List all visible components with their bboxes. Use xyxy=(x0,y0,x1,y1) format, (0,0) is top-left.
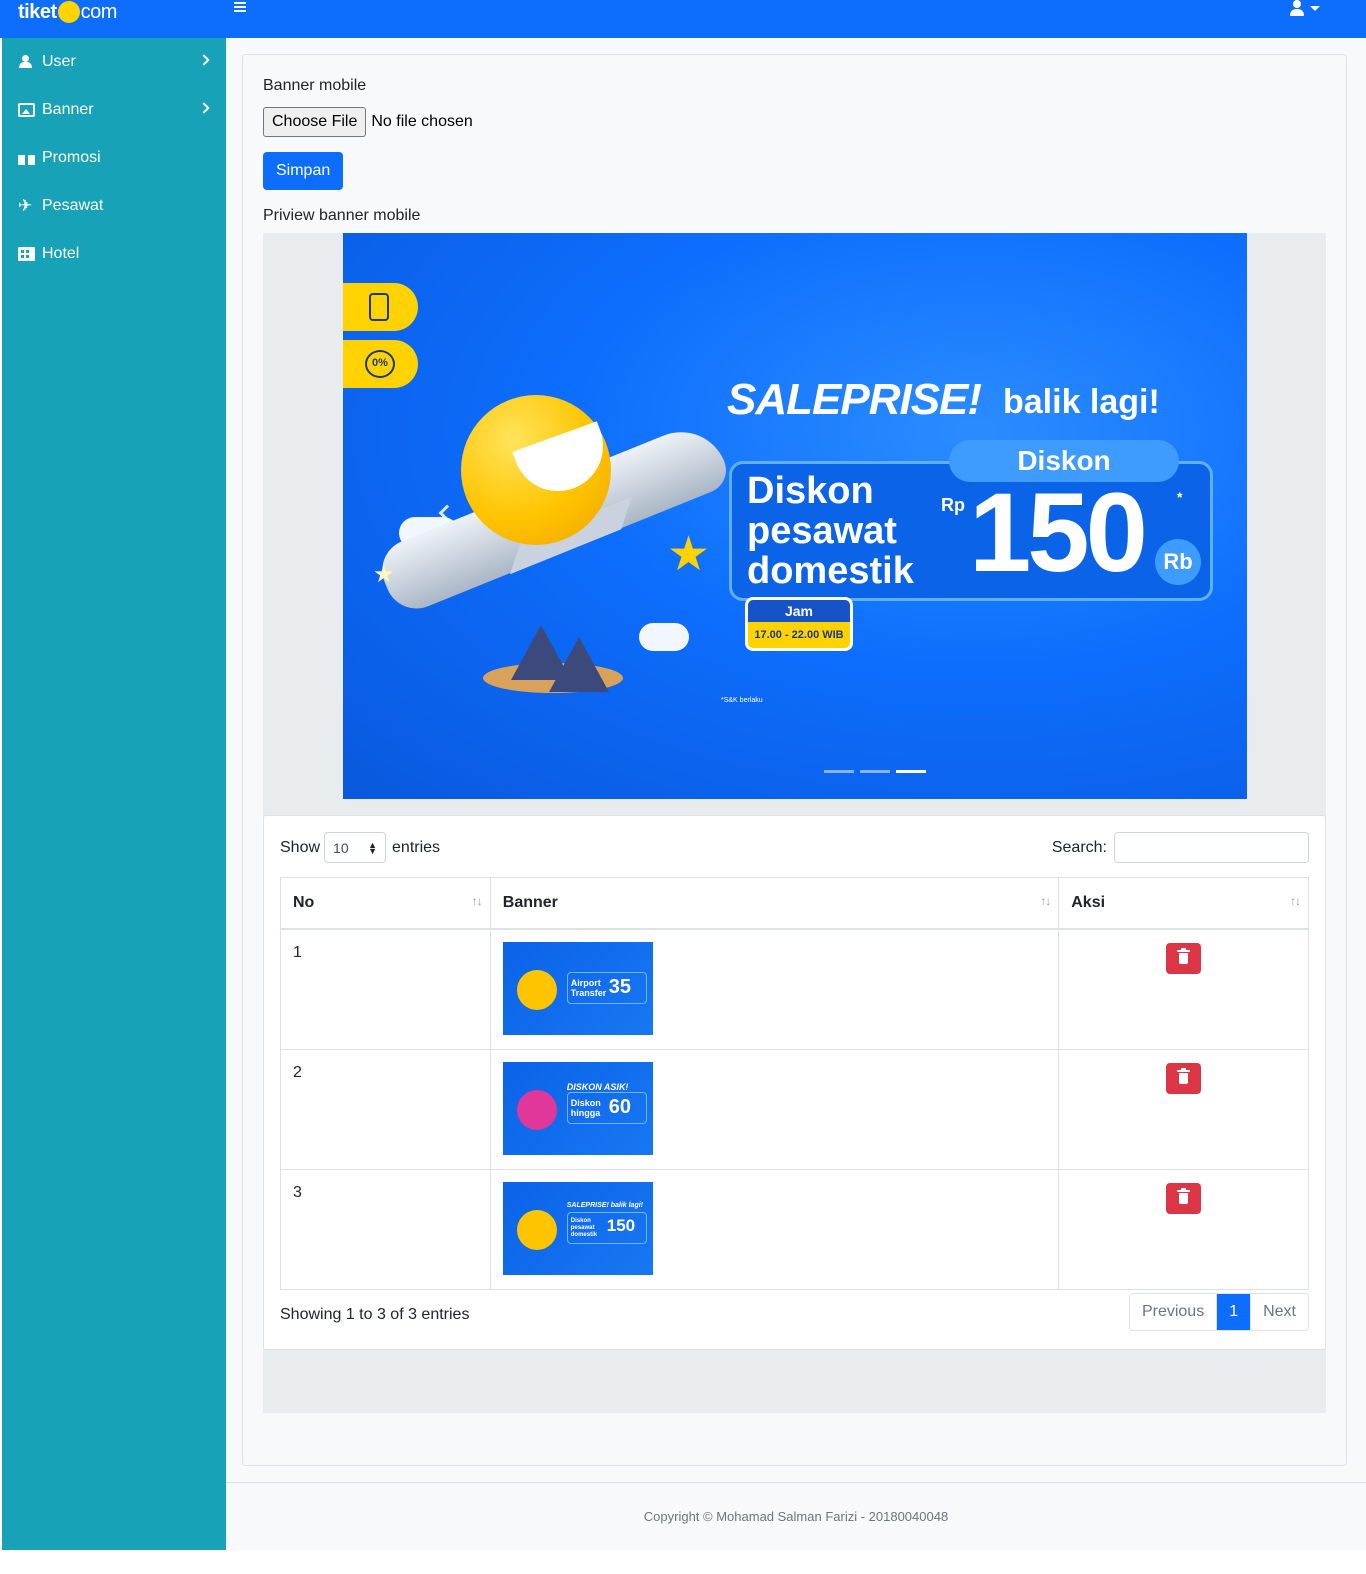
sidebar-item-label: Hotel xyxy=(42,245,80,262)
main-content: Banner mobile Choose File No file chosen… xyxy=(226,38,1366,1550)
table-row: 3 SALEPRISE! balik lagi! Diskon pesawat … xyxy=(280,1168,1309,1290)
discount-amount: 150 xyxy=(969,470,1148,595)
sidebar-item-promosi[interactable]: Promosi xyxy=(2,134,226,182)
banner-carousel[interactable]: 0% ★ ★ SALEPRISE! balik lagi! Diskon Dis… xyxy=(343,233,1247,799)
page-length-control: Show 10 ▲ ▼ entries xyxy=(280,832,440,863)
sidebar: User Banner Promosi ✈ Pesawat Hotel xyxy=(2,38,226,1550)
banner-table: No ↑↓ Banner ↑↓ Aksi ↑↓ 1 Airport Transfer xyxy=(280,877,1309,1290)
row-number: 3 xyxy=(280,1168,491,1290)
banner-headline: Diskon pesawat domestik xyxy=(747,470,914,592)
star-icon: ★ xyxy=(667,528,711,581)
star-icon: ★ xyxy=(373,561,395,588)
banner-thumbnail: SALEPRISE! balik lagi! Diskon pesawat do… xyxy=(502,1181,653,1275)
pagination: Previous 1 Next xyxy=(1128,1293,1309,1331)
percent-icon: 0% xyxy=(365,350,395,378)
sort-icon: ↑↓ xyxy=(1040,894,1051,908)
search-input[interactable] xyxy=(1114,832,1309,863)
search-label: Search: xyxy=(1051,838,1107,856)
table-row: 1 Airport Transfer 35 xyxy=(280,928,1309,1050)
banner-table-card: Show 10 ▲ ▼ entries Search: No ↑↓ Banner… xyxy=(263,815,1326,1350)
table-search: Search: xyxy=(1052,832,1309,863)
column-header-no[interactable]: No ↑↓ xyxy=(280,877,491,930)
column-header-banner[interactable]: Banner ↑↓ xyxy=(489,877,1060,930)
terms-note: *S&K berlaku xyxy=(721,697,763,704)
banner-title: SALEPRISE! xyxy=(727,375,982,424)
mascot-image xyxy=(461,395,611,545)
sidebar-item-label: Pesawat xyxy=(42,197,104,214)
sidebar-item-label: Promosi xyxy=(42,149,101,166)
sidebar-item-pesawat[interactable]: ✈ Pesawat xyxy=(2,182,226,230)
row-number: 2 xyxy=(280,1048,491,1170)
show-label: Show xyxy=(280,838,321,856)
logo-text-left: tiket xyxy=(18,0,57,23)
sidebar-item-hotel[interactable]: Hotel xyxy=(2,230,226,278)
save-button[interactable]: Simpan xyxy=(263,152,344,190)
carousel-indicators xyxy=(824,770,926,773)
banner-thumbnail: DISKON ASIK! Diskon hingga 60 xyxy=(502,1061,653,1155)
file-input[interactable]: Choose File No file chosen xyxy=(263,107,473,137)
trash-icon xyxy=(1177,947,1191,952)
top-navbar: tiket com xyxy=(0,0,1366,38)
page-length-select[interactable]: 10 ▲ ▼ xyxy=(324,832,387,863)
logo-text-right: com xyxy=(80,0,118,23)
user-menu-dropdown[interactable] xyxy=(1289,0,1329,18)
delete-button[interactable] xyxy=(1166,1062,1202,1094)
phone-tab xyxy=(343,283,418,331)
mountain-image xyxy=(549,637,609,692)
banner-form-card: Banner mobile Choose File No file chosen… xyxy=(242,54,1347,1466)
banner-preview-area: 0% ★ ★ SALEPRISE! balik lagi! Diskon Dis… xyxy=(263,233,1326,1413)
user-icon xyxy=(18,55,35,69)
trash-icon xyxy=(1177,1187,1191,1192)
banner-subtitle: balik lagi! xyxy=(1003,383,1160,421)
phone-icon xyxy=(369,293,389,321)
banner-mobile-label: Banner mobile xyxy=(263,77,367,94)
user-icon xyxy=(1289,0,1305,18)
cloud-image xyxy=(639,623,689,651)
entries-label: entries xyxy=(392,838,441,856)
sort-icon: ↑↓ xyxy=(1290,894,1301,908)
sidebar-item-label: User xyxy=(42,53,76,70)
image-icon xyxy=(18,103,35,117)
asterisk-note: * xyxy=(1177,489,1183,505)
gift-icon xyxy=(18,151,35,165)
footer: Copyright © Mohamad Salman Farizi - 2018… xyxy=(226,1482,1366,1550)
carousel-indicator[interactable] xyxy=(860,770,890,773)
delete-button[interactable] xyxy=(1166,942,1202,974)
plane-icon: ✈ xyxy=(18,196,33,215)
chevron-right-icon xyxy=(198,102,210,114)
file-status-text: No file chosen xyxy=(371,113,473,130)
copyright-text: Copyright © Mohamad Salman Farizi - 2018… xyxy=(643,1509,949,1524)
chevron-right-icon xyxy=(198,54,210,66)
banner-thumbnail: Airport Transfer 35 xyxy=(502,941,653,1035)
pagination-page-1[interactable]: 1 xyxy=(1216,1294,1251,1330)
sidebar-item-banner[interactable]: Banner xyxy=(2,86,226,134)
select-arrows-icon: ▲ ▼ xyxy=(368,839,378,856)
unit-badge: Rb xyxy=(1155,539,1201,585)
carousel-indicator-active[interactable] xyxy=(896,770,926,773)
delete-button[interactable] xyxy=(1166,1182,1202,1214)
sort-icon: ↑↓ xyxy=(471,894,483,908)
row-number: 1 xyxy=(280,928,491,1050)
caret-down-icon xyxy=(1310,6,1320,11)
choose-file-button[interactable]: Choose File xyxy=(263,107,367,137)
trash-icon xyxy=(1177,1067,1191,1072)
table-row: 2 DISKON ASIK! Diskon hingga 60 xyxy=(280,1048,1309,1170)
table-info: Showing 1 to 3 of 3 entries xyxy=(280,1306,470,1323)
preview-label: Priview banner mobile xyxy=(263,207,421,224)
logo-dot-icon xyxy=(57,1,80,23)
pagination-previous[interactable]: Previous xyxy=(1129,1294,1217,1330)
hamburger-icon[interactable] xyxy=(234,0,248,16)
sidebar-item-label: Banner xyxy=(42,101,94,118)
currency-label: Rp xyxy=(941,495,965,515)
pagination-next[interactable]: Next xyxy=(1250,1294,1308,1330)
percent-tab: 0% xyxy=(343,340,418,388)
sidebar-item-user[interactable]: User xyxy=(2,38,226,86)
time-badge: Jam 17.00 - 22.00 WIB xyxy=(745,597,853,651)
carousel-indicator[interactable] xyxy=(824,770,854,773)
column-header-aksi[interactable]: Aksi ↑↓ xyxy=(1058,877,1309,930)
hotel-icon xyxy=(18,247,35,261)
brand-logo[interactable]: tiket com xyxy=(18,0,117,24)
